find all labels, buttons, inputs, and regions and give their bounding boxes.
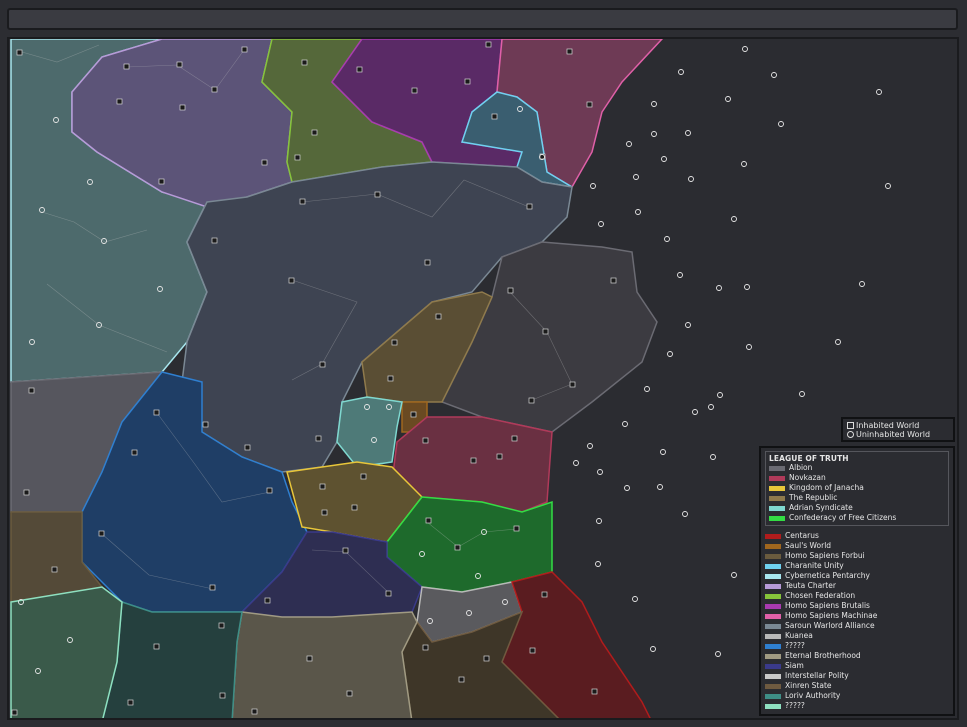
faction-name: Novkazan bbox=[789, 473, 826, 482]
faction-row: Xinren State bbox=[765, 681, 949, 691]
faction-color-swatch bbox=[769, 495, 785, 501]
faction-color-swatch bbox=[765, 563, 781, 569]
faction-name: Charanite Unity bbox=[785, 561, 844, 570]
legend-inhabited-row: Inhabited World bbox=[847, 421, 949, 430]
faction-name: Kuanea bbox=[785, 631, 813, 640]
faction-row: Loriv Authority bbox=[765, 691, 949, 701]
legend-inhabited-label: Inhabited World bbox=[856, 421, 920, 430]
faction-row: ????? bbox=[765, 701, 949, 711]
faction-color-swatch bbox=[765, 573, 781, 579]
faction-color-swatch bbox=[769, 475, 785, 481]
faction-color-swatch bbox=[765, 553, 781, 559]
faction-row: Saroun Warlord Alliance bbox=[765, 621, 949, 631]
faction-color-swatch bbox=[769, 485, 785, 491]
legend-uninhabited-row: Uninhabited World bbox=[847, 430, 949, 439]
faction-color-swatch bbox=[765, 603, 781, 609]
league-member-row: Kingdom of Janacha bbox=[769, 483, 945, 493]
faction-row: Centarus bbox=[765, 531, 949, 541]
faction-name: Centarus bbox=[785, 531, 819, 540]
faction-name: Saul's World bbox=[785, 541, 832, 550]
other-factions-list: Centarus Saul's World Homo Sapiens Forbui C… bbox=[765, 531, 949, 711]
world-type-legend: Inhabited World Uninhabited World bbox=[841, 417, 955, 442]
league-member-row: Albion bbox=[769, 463, 945, 473]
league-member-row: Novkazan bbox=[769, 473, 945, 483]
faction-row: Eternal Brotherhood bbox=[765, 651, 949, 661]
faction-color-swatch bbox=[765, 583, 781, 589]
faction-color-swatch bbox=[765, 543, 781, 549]
league-title: LEAGUE OF TRUTH bbox=[769, 454, 849, 463]
faction-row: Cybernetica Pentarchy bbox=[765, 571, 949, 581]
faction-name: Kingdom of Janacha bbox=[789, 483, 864, 492]
faction-row: Charanite Unity bbox=[765, 561, 949, 571]
inhabited-square-icon bbox=[847, 422, 854, 429]
faction-name: The Republic bbox=[789, 493, 838, 502]
faction-color-swatch bbox=[765, 613, 781, 619]
league-group: LEAGUE OF TRUTH Albion Novkazan Kingdom of… bbox=[765, 451, 949, 526]
faction-name: Siam bbox=[785, 661, 804, 670]
faction-name: Confederacy of Free Citizens bbox=[789, 513, 897, 522]
faction-name: Loriv Authority bbox=[785, 691, 841, 700]
faction-row: Kuanea bbox=[765, 631, 949, 641]
faction-color-swatch bbox=[765, 643, 781, 649]
region-loriv bbox=[102, 600, 243, 718]
faction-row: Interstellar Polity bbox=[765, 671, 949, 681]
faction-color-swatch bbox=[765, 533, 781, 539]
faction-color-swatch bbox=[765, 623, 781, 629]
faction-color-swatch bbox=[765, 633, 781, 639]
region-eternal bbox=[231, 611, 418, 718]
faction-name: Adrian Syndicate bbox=[789, 503, 853, 512]
faction-row: Homo Sapiens Brutalis bbox=[765, 601, 949, 611]
league-member-row: Adrian Syndicate bbox=[769, 503, 945, 513]
faction-color-swatch bbox=[765, 663, 781, 669]
top-bar bbox=[7, 8, 958, 30]
faction-name: Saroun Warlord Alliance bbox=[785, 621, 875, 630]
faction-row: Saul's World bbox=[765, 541, 949, 551]
faction-name: Homo Sapiens Forbui bbox=[785, 551, 865, 560]
faction-color-swatch bbox=[765, 683, 781, 689]
league-member-row: Confederacy of Free Citizens bbox=[769, 513, 945, 523]
league-member-row: The Republic bbox=[769, 493, 945, 503]
faction-name: Interstellar Polity bbox=[785, 671, 849, 680]
game-window: Inhabited World Uninhabited World LEAGUE… bbox=[0, 0, 967, 727]
faction-name: Xinren State bbox=[785, 681, 832, 690]
faction-legend: LEAGUE OF TRUTH Albion Novkazan Kingdom of… bbox=[759, 446, 955, 716]
faction-name: Cybernetica Pentarchy bbox=[785, 571, 870, 580]
legend-uninhabited-label: Uninhabited World bbox=[856, 430, 931, 439]
faction-row: Homo Sapiens Forbui bbox=[765, 551, 949, 561]
faction-color-swatch bbox=[765, 653, 781, 659]
faction-color-swatch bbox=[765, 703, 781, 709]
faction-name: Chosen Federation bbox=[785, 591, 856, 600]
faction-name: ????? bbox=[785, 701, 805, 710]
faction-name: Albion bbox=[789, 463, 813, 472]
faction-name: ????? bbox=[785, 641, 805, 650]
faction-row: Teuta Charter bbox=[765, 581, 949, 591]
faction-row: Chosen Federation bbox=[765, 591, 949, 601]
uninhabited-circle-icon bbox=[847, 431, 854, 438]
faction-color-swatch bbox=[769, 515, 785, 521]
faction-name: Homo Sapiens Machinae bbox=[785, 611, 878, 620]
faction-color-swatch bbox=[765, 693, 781, 699]
faction-row: Homo Sapiens Machinae bbox=[765, 611, 949, 621]
faction-color-swatch bbox=[765, 593, 781, 599]
faction-name: Teuta Charter bbox=[785, 581, 836, 590]
region-mint bbox=[10, 586, 123, 718]
faction-name: Eternal Brotherhood bbox=[785, 651, 861, 660]
faction-color-swatch bbox=[765, 673, 781, 679]
faction-color-swatch bbox=[769, 505, 785, 511]
faction-row: Siam bbox=[765, 661, 949, 671]
faction-color-swatch bbox=[769, 465, 785, 471]
faction-name: Homo Sapiens Brutalis bbox=[785, 601, 870, 610]
faction-row: ????? bbox=[765, 641, 949, 651]
